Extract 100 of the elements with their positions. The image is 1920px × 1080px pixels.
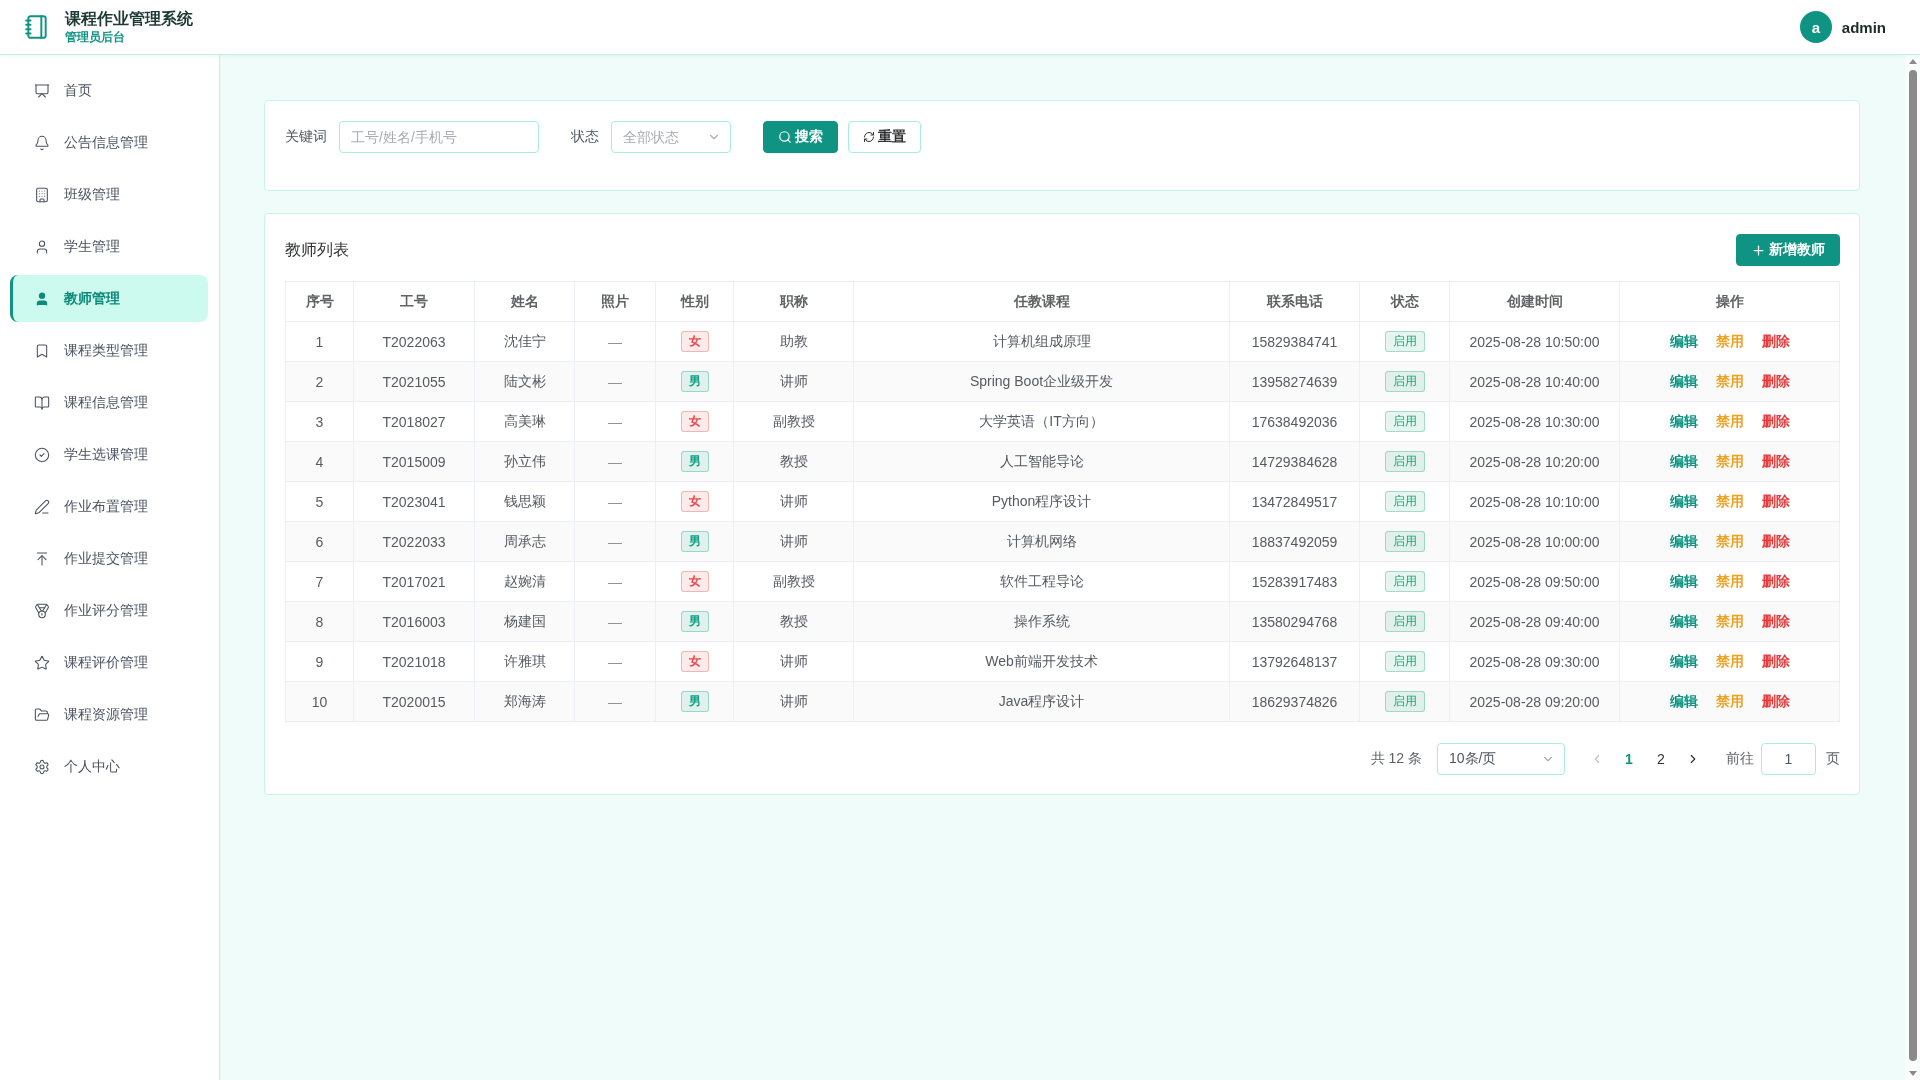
column-header: 性别 (655, 281, 734, 322)
add-teacher-button[interactable]: 新增教师 (1736, 234, 1840, 266)
edit-link[interactable]: 编辑 (1669, 532, 1698, 551)
sidebar-item[interactable]: 课程信息管理 (10, 379, 208, 426)
disable-link[interactable]: 禁用 (1715, 612, 1744, 631)
table-cell: 教授 (733, 601, 854, 642)
table-cell: — (574, 601, 656, 642)
delete-link[interactable]: 删除 (1761, 452, 1790, 471)
table-cell: 13958274639 (1229, 361, 1360, 402)
disable-link[interactable]: 禁用 (1715, 652, 1744, 671)
sidebar-item[interactable]: 课程资源管理 (10, 691, 208, 738)
app-subtitle: 管理员后台 (65, 30, 126, 45)
table-cell: 郑海涛 (474, 681, 575, 722)
edit-link[interactable]: 编辑 (1669, 332, 1698, 351)
plus-icon (1751, 242, 1766, 258)
sidebar-item[interactable]: 作业提交管理 (10, 535, 208, 582)
sidebar-item[interactable]: 课程评价管理 (10, 639, 208, 686)
disable-link[interactable]: 禁用 (1715, 332, 1744, 351)
sidebar-item[interactable]: 教师管理 (10, 275, 208, 322)
table-cell: 计算机网络 (853, 521, 1230, 562)
table-cell: — (574, 321, 656, 362)
table-cell: 14729384628 (1229, 441, 1360, 482)
disable-link[interactable]: 禁用 (1715, 532, 1744, 551)
user-icon (34, 238, 50, 255)
table-cell: 讲师 (733, 681, 854, 722)
delete-link[interactable]: 删除 (1761, 652, 1790, 671)
status-select[interactable]: 全部状态 (611, 121, 731, 153)
table-cell: — (574, 401, 656, 442)
delete-link[interactable]: 删除 (1761, 612, 1790, 631)
keyword-label: 关键词 (285, 128, 327, 146)
scrollbar[interactable] (1905, 55, 1920, 1080)
triangle-up-icon[interactable] (1908, 59, 1917, 64)
table-cell: T2021018 (353, 641, 475, 682)
edit-link[interactable]: 编辑 (1669, 692, 1698, 711)
table-cell: 教授 (733, 441, 854, 482)
edit-link[interactable]: 编辑 (1669, 612, 1698, 631)
gender-tag: 女 (680, 491, 709, 512)
edit-link[interactable]: 编辑 (1669, 572, 1698, 591)
table-cell: 15283917483 (1229, 561, 1360, 602)
delete-link[interactable]: 删除 (1761, 332, 1790, 351)
table-cell: 5 (285, 481, 354, 522)
edit-link[interactable]: 编辑 (1669, 452, 1698, 471)
disable-link[interactable]: 禁用 (1715, 492, 1744, 511)
page-number[interactable]: 2 (1645, 743, 1677, 775)
page-number[interactable]: 1 (1613, 743, 1645, 775)
sidebar-item[interactable]: 课程类型管理 (10, 327, 208, 374)
table-cell: 软件工程导论 (853, 561, 1230, 602)
edit-link[interactable]: 编辑 (1669, 652, 1698, 671)
table-cell: T2016003 (353, 601, 475, 642)
sidebar-item[interactable]: 学生选课管理 (10, 431, 208, 478)
sidebar-item[interactable]: 个人中心 (10, 743, 208, 790)
table-cell: — (574, 521, 656, 562)
table-cell: 13792648137 (1229, 641, 1360, 682)
presentation-board-icon (34, 82, 50, 99)
building-icon (34, 186, 50, 203)
delete-link[interactable]: 删除 (1761, 572, 1790, 591)
edit-link[interactable]: 编辑 (1669, 372, 1698, 391)
table-cell: 15829384741 (1229, 321, 1360, 362)
sidebar-item[interactable]: 首页 (10, 67, 208, 114)
table-cell: 许雅琪 (474, 641, 575, 682)
gender-tag: 男 (680, 611, 709, 632)
delete-link[interactable]: 删除 (1761, 532, 1790, 551)
table-cell: 13472849517 (1229, 481, 1360, 522)
edit-link[interactable]: 编辑 (1669, 412, 1698, 431)
disable-link[interactable]: 禁用 (1715, 452, 1744, 471)
table-cell: 大学英语（IT方向） (853, 401, 1230, 442)
user-name[interactable]: admin (1841, 18, 1886, 36)
delete-link[interactable]: 删除 (1761, 412, 1790, 431)
sidebar-item[interactable]: 作业布置管理 (10, 483, 208, 530)
delete-link[interactable]: 删除 (1761, 692, 1790, 711)
table-cell: Python程序设计 (853, 481, 1230, 522)
sidebar-item[interactable]: 公告信息管理 (10, 119, 208, 166)
page-jump-input[interactable]: 1 (1761, 743, 1816, 775)
disable-link[interactable]: 禁用 (1715, 572, 1744, 591)
disable-link[interactable]: 禁用 (1715, 372, 1744, 391)
status-tag: 启用 (1384, 371, 1425, 392)
disable-link[interactable]: 禁用 (1715, 692, 1744, 711)
disable-link[interactable]: 禁用 (1715, 412, 1744, 431)
medal-icon (34, 602, 50, 619)
user-avatar[interactable]: a (1799, 11, 1832, 43)
delete-link[interactable]: 删除 (1761, 372, 1790, 391)
table-cell: 副教授 (733, 561, 854, 602)
triangle-down-icon[interactable] (1908, 1071, 1917, 1076)
gender-tag: 女 (680, 651, 709, 672)
reset-button[interactable]: 重置 (848, 121, 921, 153)
table-cell: T2017021 (353, 561, 475, 602)
sidebar-item[interactable]: 作业评分管理 (10, 587, 208, 634)
keyword-input[interactable]: 工号/姓名/手机号 (339, 121, 539, 153)
delete-link[interactable]: 删除 (1761, 492, 1790, 511)
column-header: 联系电话 (1229, 281, 1360, 322)
column-header: 操作 (1619, 281, 1840, 322)
search-button[interactable]: 搜索 (763, 121, 838, 153)
table-cell: 沈佳宁 (474, 321, 575, 362)
sidebar-item[interactable]: 学生管理 (10, 223, 208, 270)
gender-tag: 男 (680, 531, 709, 552)
sidebar-item[interactable]: 班级管理 (10, 171, 208, 218)
user-icon (34, 290, 50, 307)
table-cell: T2015009 (353, 441, 475, 482)
edit-link[interactable]: 编辑 (1669, 492, 1698, 511)
page-size-select[interactable]: 10条/页 (1437, 743, 1565, 775)
